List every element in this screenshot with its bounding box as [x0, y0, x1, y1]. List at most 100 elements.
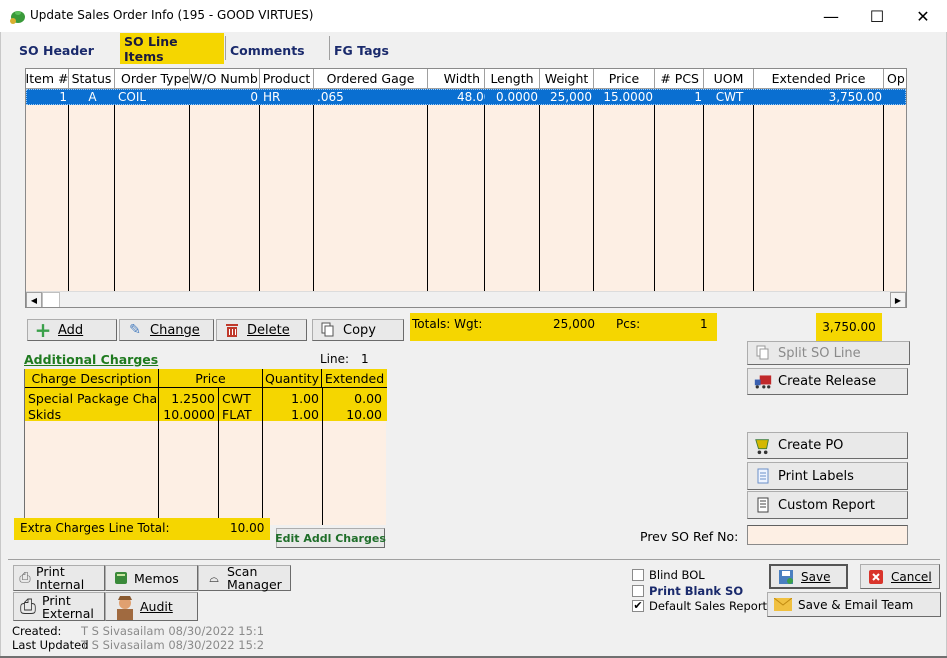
- col-header-length[interactable]: Length: [485, 69, 540, 89]
- horizontal-scrollbar[interactable]: ◀ ▶: [26, 291, 906, 307]
- charge-quantity: 1.00: [291, 390, 319, 406]
- col-header-wo-number[interactable]: W/O Numb: [190, 69, 260, 89]
- custom-report-button[interactable]: Custom Report: [747, 491, 908, 519]
- change-button[interactable]: ✎ Change: [119, 319, 214, 341]
- print-labels-button[interactable]: Print Labels: [747, 462, 908, 490]
- pencil-icon: ✎: [129, 322, 141, 338]
- cart-icon: [754, 437, 772, 455]
- totals-pcs-value: 1: [700, 317, 708, 331]
- copy-icon: [319, 321, 337, 339]
- extra-charges-total-value: 10.00: [230, 521, 265, 535]
- charge-quantity: 1.00: [291, 406, 319, 422]
- cell-op: [885, 89, 906, 105]
- col-header-uom[interactable]: UOM: [704, 69, 754, 89]
- additional-charges-link[interactable]: Additional Charges: [24, 352, 158, 367]
- cell-product: HR: [263, 90, 281, 104]
- col-header-pcs[interactable]: # PCS: [655, 69, 704, 89]
- additional-charges-grid[interactable]: Charge Description Price Quantity Extend…: [24, 369, 387, 525]
- col-header-ordered-gage[interactable]: Ordered Gage: [314, 69, 428, 89]
- scan-manager-button[interactable]: ⌓ Scan Manager: [198, 565, 291, 591]
- edit-addl-charges-button[interactable]: Edit Addl Charges: [275, 528, 386, 548]
- close-button[interactable]: ✕: [900, 0, 946, 32]
- grid-line: [68, 89, 69, 292]
- print-external-button[interactable]: ⎙ Print External: [13, 592, 105, 621]
- footer-divider: [8, 559, 940, 560]
- charges-col-quantity[interactable]: Quantity: [263, 369, 322, 388]
- grid-line: [883, 89, 884, 292]
- scroll-left-button[interactable]: ◀: [26, 292, 42, 307]
- totals-bar: Totals: Wgt: 25,000 Pcs: 1: [410, 313, 717, 341]
- create-po-button[interactable]: Create PO: [747, 432, 908, 459]
- charge-extended: 10.00: [346, 406, 382, 422]
- cancel-button[interactable]: Cancel: [860, 564, 940, 589]
- money-bag-icon: [10, 11, 25, 24]
- tab-so-line-items[interactable]: SO Line Items: [120, 33, 224, 64]
- print-blank-so-checkbox[interactable]: Print Blank SO: [632, 584, 743, 598]
- title-bar: Update Sales Order Info (195 - GOOD VIRT…: [0, 0, 947, 32]
- grid-line: [753, 89, 754, 292]
- col-header-status[interactable]: Status: [69, 69, 115, 89]
- memos-button[interactable]: Memos: [105, 565, 198, 591]
- totals-extended-value: 3,750.00: [816, 313, 882, 341]
- cell-ordered-gage: .065: [317, 90, 344, 104]
- line-items-grid[interactable]: Item # Status Order Type W/O Numb Produc…: [25, 68, 907, 308]
- create-release-button[interactable]: Create Release: [747, 368, 908, 395]
- save-email-team-button[interactable]: Save & Email Team: [767, 592, 941, 617]
- cell-status: A: [88, 90, 97, 104]
- window-title: Update Sales Order Info (195 - GOOD VIRT…: [30, 8, 314, 22]
- table-row[interactable]: 1 A COIL 0 HR .065 48.0000 0.0000 25,000…: [26, 89, 906, 105]
- col-header-price[interactable]: Price: [594, 69, 655, 89]
- printer-icon: ⎙: [20, 594, 36, 618]
- maximize-button[interactable]: ☐: [854, 0, 900, 32]
- grid-line: [189, 89, 190, 292]
- plus-icon: +: [34, 318, 52, 342]
- add-button[interactable]: + Add: [27, 318, 117, 342]
- col-header-product[interactable]: Product: [260, 69, 314, 89]
- extra-charges-total-bar: Extra Charges Line Total: 10.00: [14, 518, 270, 540]
- checkbox-box[interactable]: [632, 569, 644, 581]
- cell-item: 1: [59, 90, 67, 104]
- col-header-op[interactable]: Op: [884, 69, 906, 89]
- charge-uom: FLAT: [222, 406, 252, 422]
- tab-fg-tags[interactable]: FG Tags: [330, 35, 430, 65]
- col-header-item[interactable]: Item #: [26, 69, 69, 89]
- cell-length: 0.0000: [496, 90, 538, 104]
- tab-comments[interactable]: Comments: [226, 35, 326, 65]
- col-header-width[interactable]: Width: [428, 69, 485, 89]
- prev-so-ref-label: Prev SO Ref No:: [640, 529, 739, 544]
- charges-col-price[interactable]: Price: [159, 369, 263, 388]
- grid-line: [703, 89, 704, 292]
- checkmark-icon[interactable]: ✔: [632, 600, 644, 612]
- trash-icon: [223, 321, 241, 339]
- charge-price: 10.0000: [163, 406, 215, 422]
- book-icon: [110, 570, 132, 586]
- minimize-button[interactable]: —: [808, 0, 854, 32]
- charge-uom: CWT: [222, 390, 251, 406]
- cell-width: 48.0000: [457, 90, 485, 104]
- prev-so-ref-input[interactable]: [747, 525, 908, 545]
- save-button[interactable]: Save: [769, 564, 848, 589]
- totals-pcs-label: Pcs:: [616, 317, 641, 331]
- split-so-line-button[interactable]: Split SO Line: [747, 341, 910, 365]
- print-internal-button[interactable]: ⎙ Print Internal: [13, 565, 105, 591]
- audit-button[interactable]: Audit: [105, 592, 198, 621]
- cell-uom: CWT: [715, 90, 744, 104]
- checkbox-box[interactable]: [632, 585, 644, 597]
- copy-button[interactable]: Copy: [312, 319, 404, 341]
- scroll-right-button[interactable]: ▶: [890, 292, 906, 307]
- grid-line: [427, 89, 428, 292]
- tab-so-header[interactable]: SO Header: [15, 35, 115, 65]
- delete-button[interactable]: Delete: [216, 319, 307, 341]
- charges-col-description[interactable]: Charge Description: [25, 369, 159, 388]
- col-header-order-type[interactable]: Order Type: [115, 69, 190, 89]
- grid-line: [654, 89, 655, 292]
- blind-bol-checkbox[interactable]: Blind BOL: [632, 568, 705, 582]
- extra-charges-total-label: Extra Charges Line Total:: [20, 521, 170, 535]
- scroll-thumb[interactable]: [42, 292, 60, 307]
- grid-line: [593, 89, 594, 292]
- cell-price: 15.0000: [603, 90, 653, 104]
- col-header-weight[interactable]: Weight: [540, 69, 594, 89]
- charges-col-extended[interactable]: Extended: [322, 369, 387, 388]
- default-sales-report-checkbox[interactable]: ✔ Default Sales Report: [632, 599, 767, 613]
- col-header-extended-price[interactable]: Extended Price: [754, 69, 884, 89]
